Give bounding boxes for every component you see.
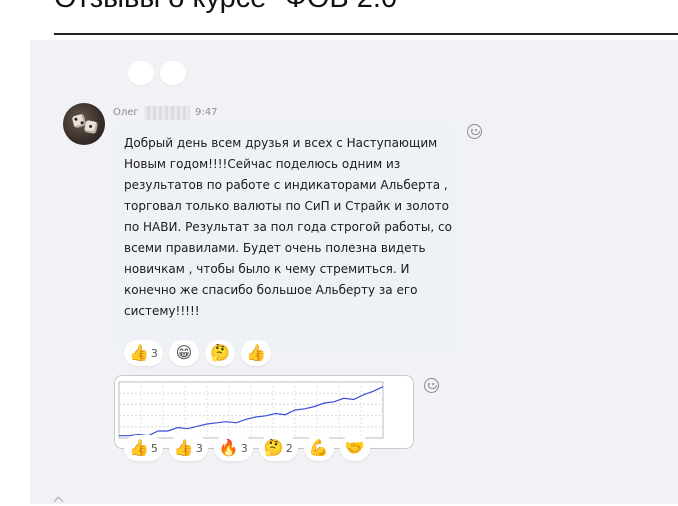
reaction-pill[interactable]: 💪 <box>303 435 334 461</box>
reaction-pill[interactable]: 👍 3 <box>124 340 163 366</box>
message-bubble: Добрый день всем друзья и всех с Наступа… <box>114 122 457 353</box>
reaction-pill[interactable]: 👍 5 <box>124 435 163 461</box>
dice-icon <box>83 119 99 135</box>
thumbs-up-icon: 👍 <box>129 343 149 362</box>
add-reaction-icon[interactable] <box>467 124 482 139</box>
title-divider <box>54 33 678 35</box>
reaction-pill[interactable]: 🔥 3 <box>213 435 253 461</box>
reaction-pill[interactable]: 🤝 <box>339 435 370 461</box>
message-text: Добрый день всем друзья и всех с Наступа… <box>124 136 452 318</box>
thinking-face-icon: 🤔 <box>209 343 230 362</box>
grinning-face-icon: 😁 <box>175 343 193 362</box>
author-name[interactable]: Олег <box>113 107 139 118</box>
reaction-count: 5 <box>150 441 158 455</box>
reaction-count: 2 <box>285 441 293 455</box>
add-reaction-icon[interactable] <box>424 378 439 393</box>
thumbs-up-icon: 👍 <box>129 438 149 457</box>
image-reactions: 👍 5 👍 3 🔥 3 🤔 2 💪 🤝 <box>124 435 370 461</box>
thinking-face-icon: 🤔 <box>263 438 284 457</box>
fire-icon: 🔥 <box>218 438 239 457</box>
page-title: Отзывы о курсе "ФОВ 2.0" <box>54 0 407 15</box>
avatar[interactable] <box>63 103 105 145</box>
reaction-count: 3 <box>195 441 203 455</box>
reaction-pill[interactable]: 👍 <box>240 340 271 366</box>
reaction-count: 3 <box>240 441 248 455</box>
reaction-pill[interactable]: 🤔 <box>204 340 235 366</box>
flexed-biceps-icon: 💪 <box>308 438 329 457</box>
previous-reaction[interactable] <box>128 61 154 85</box>
handshake-icon: 🤝 <box>344 438 365 457</box>
reaction-pill[interactable]: 👍 3 <box>168 435 208 461</box>
thumbs-up-icon: 👍 <box>173 438 194 457</box>
message-reactions: 👍 3 😁 🤔 👍 <box>124 340 271 366</box>
previous-reaction[interactable] <box>160 61 186 85</box>
reaction-pill[interactable]: 🤔 2 <box>258 435 298 461</box>
thumbs-up-icon: 👍 <box>245 343 266 362</box>
reaction-pill[interactable]: 😁 <box>168 340 199 366</box>
message-time: 9:47 <box>195 107 218 118</box>
reaction-count: 3 <box>150 346 158 360</box>
redacted-surname <box>144 106 190 120</box>
